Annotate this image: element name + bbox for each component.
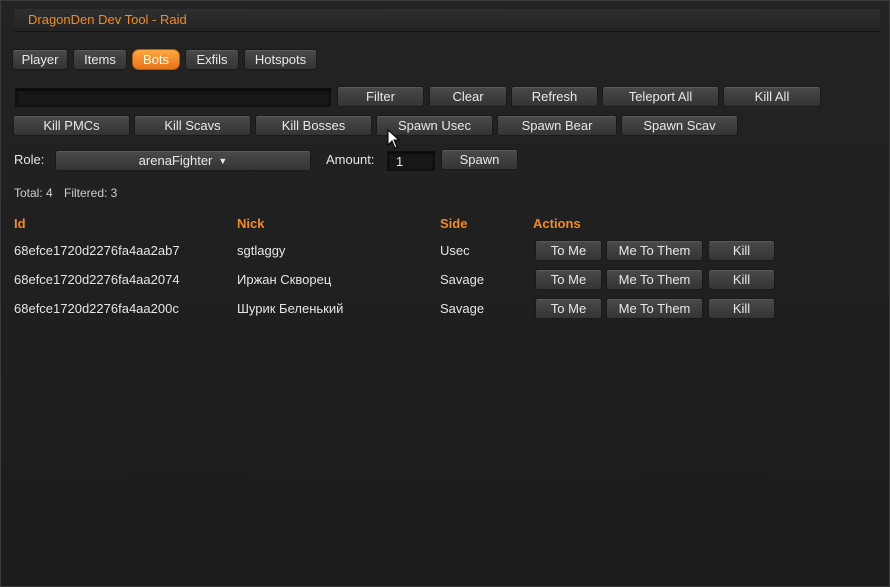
to-me-button[interactable]: To Me	[535, 298, 602, 319]
role-label: Role:	[14, 152, 45, 167]
kill-button[interactable]: Kill	[708, 240, 775, 261]
column-header-nick: Nick	[237, 216, 265, 231]
bot-id: 68efce1720d2276fa4aa2074	[14, 272, 180, 287]
kill-button[interactable]: Kill	[708, 269, 775, 290]
tab-exfils[interactable]: Exfils	[185, 49, 239, 70]
clear-button[interactable]: Clear	[429, 86, 507, 107]
search-input[interactable]	[15, 88, 331, 107]
refresh-button[interactable]: Refresh	[511, 86, 598, 107]
tab-hotspots[interactable]: Hotspots	[244, 49, 317, 70]
bot-side: Usec	[440, 243, 470, 258]
kill-button[interactable]: Kill	[708, 298, 775, 319]
to-me-button[interactable]: To Me	[535, 240, 602, 261]
spawn-bear-button[interactable]: Spawn Bear	[497, 115, 617, 136]
bot-side: Savage	[440, 301, 485, 316]
window-title: DragonDen Dev Tool - Raid	[28, 12, 187, 27]
tab-items[interactable]: Items	[73, 49, 127, 70]
bot-id: 68efce1720d2276fa4aa2ab7	[14, 243, 180, 258]
mouse-cursor-icon	[387, 129, 401, 149]
amount-label: Amount:	[326, 152, 375, 167]
kill-bosses-button[interactable]: Kill Bosses	[255, 115, 372, 136]
tab-player[interactable]: Player	[12, 49, 68, 70]
tab-bots[interactable]: Bots	[132, 49, 180, 70]
role-value: arenaFighter	[138, 153, 213, 168]
me-to-them-button[interactable]: Me To Them	[606, 240, 703, 261]
me-to-them-button[interactable]: Me To Them	[606, 298, 703, 319]
bot-nick: sgtlaggy	[237, 243, 286, 258]
amount-input[interactable]	[387, 151, 435, 171]
spawn-button[interactable]: Spawn	[441, 149, 518, 170]
bot-nick: Шурик Беленький	[237, 301, 344, 316]
role-dropdown[interactable]: arenaFighter ▼	[55, 150, 311, 171]
dev-tool-window: DragonDen Dev Tool - Raid Player Items B…	[0, 0, 890, 587]
bot-id: 68efce1720d2276fa4aa200c	[14, 301, 179, 316]
kill-pmcs-button[interactable]: Kill PMCs	[13, 115, 130, 136]
bot-side: Savage	[440, 272, 485, 287]
column-header-side: Side	[440, 216, 468, 231]
title-bar[interactable]: DragonDen Dev Tool - Raid	[14, 9, 880, 32]
column-header-id: Id	[14, 216, 26, 231]
column-header-actions: Actions	[533, 216, 581, 231]
kill-scavs-button[interactable]: Kill Scavs	[134, 115, 251, 136]
filter-button[interactable]: Filter	[337, 86, 424, 107]
kill-all-button[interactable]: Kill All	[723, 86, 821, 107]
to-me-button[interactable]: To Me	[535, 269, 602, 290]
chevron-down-icon: ▼	[218, 155, 228, 166]
total-count: Total: 4	[14, 186, 53, 200]
spawn-scav-button[interactable]: Spawn Scav	[621, 115, 738, 136]
me-to-them-button[interactable]: Me To Them	[606, 269, 703, 290]
teleport-all-button[interactable]: Teleport All	[602, 86, 719, 107]
bot-nick: Иржан Скворец	[237, 272, 332, 287]
filtered-count: Filtered: 3	[64, 186, 118, 200]
